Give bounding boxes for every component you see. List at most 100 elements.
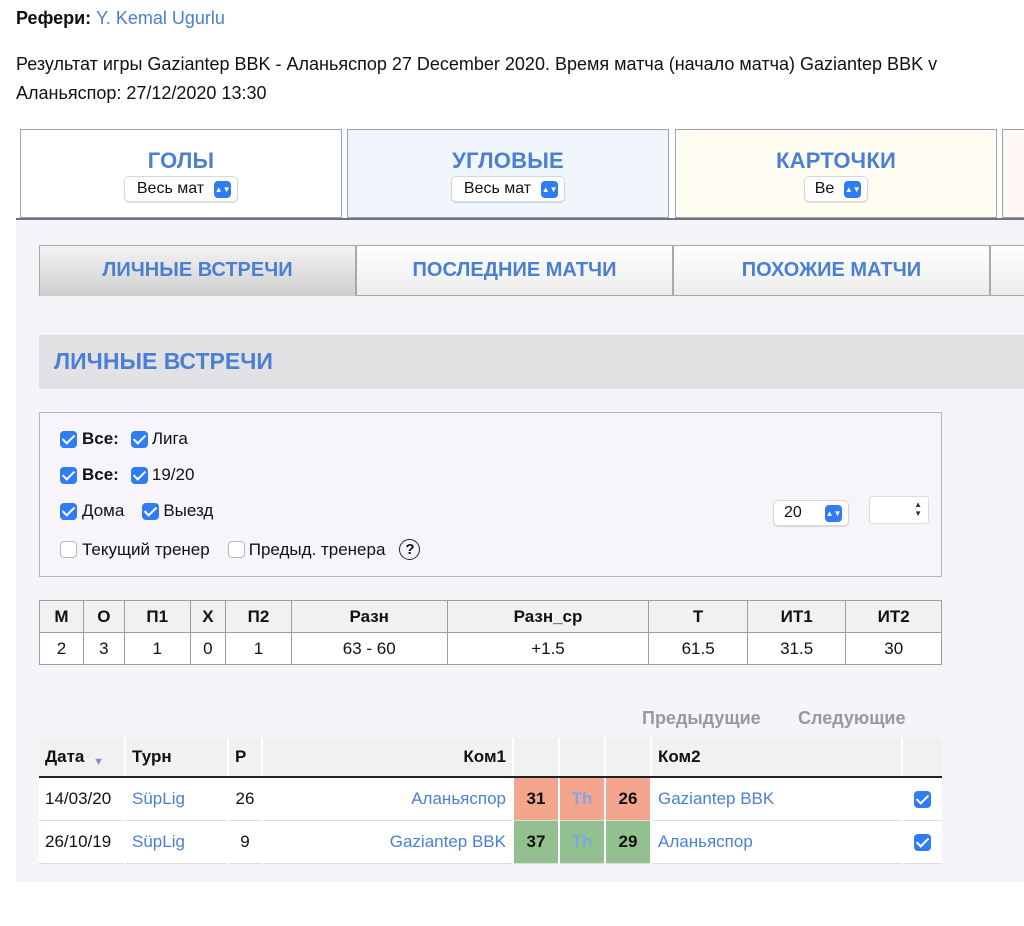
summary-header: Разн [290,600,448,633]
all-season-checkbox[interactable] [60,466,77,484]
summary-value: 31.5 [746,632,847,665]
current-coach-label: Текущий тренер [82,539,210,559]
referee-line: Рефери: Y. Kemal Ugurlu [16,8,225,29]
summary-value: 63 - 60 [290,632,448,665]
summary-header-row: М О П1 Х П2 Разн Разн_ср Т ИТ1 ИТ2 [39,600,942,633]
summary-table: М О П1 Х П2 Разн Разн_ср Т ИТ1 ИТ2 2 3 1… [39,600,942,665]
filter-row-season: Все: 19/20 [60,465,194,485]
section-title: ЛИЧНЫЕ ВСТРЕЧИ [54,348,273,374]
league-label: Лига [151,429,188,448]
match-date: 26/10/19 [39,820,125,864]
filter-row-league: Все: Лига [60,429,188,449]
matches-table: Дата ▼ Турн Р Ком1 Ком2 14/03/20 SüpLig … [39,738,942,864]
prev-page-button[interactable]: Предыдущие [642,708,761,729]
date-column-header[interactable]: Дата ▼ [39,738,125,778]
summary-value: +1.5 [446,632,650,665]
matches-header-row: Дата ▼ Турн Р Ком1 Ком2 [39,738,942,778]
summary-header: Х [189,600,227,633]
stat-box-title: ГОЛЫ [147,148,215,173]
round-column-header: Р [227,738,262,778]
score1-column-header [512,738,559,778]
filter-row-coach: Текущий тренер Предыд. тренера ? [60,539,421,560]
help-icon[interactable]: ? [399,539,421,560]
current-coach-checkbox[interactable] [60,541,77,558]
match-date: 14/03/20 [39,777,125,821]
period-select-goals[interactable]: Весь мат ▲▼ [123,176,239,202]
score2-cell: 29 [604,820,651,864]
table-row: 14/03/20 SüpLig 26 Аланьяспор 31 Th 26 G… [39,777,942,821]
summary-header: П2 [225,600,292,633]
chevron-updown-icon: ▲▼ [214,180,232,198]
chevron-updown-icon: ▲▼ [541,180,559,198]
all-league-checkbox[interactable] [60,430,77,448]
team2-link[interactable]: Аланьяспор [650,820,902,864]
season-checkbox[interactable] [130,466,148,484]
stepper-arrows-icon[interactable]: ▲ ▼ [914,500,922,518]
mid-column-header [558,738,605,778]
match-count-select[interactable]: 20 ▲▼ [773,500,849,526]
summary-value: 1 [225,632,292,665]
summary-value: 61.5 [648,632,748,665]
score2-column-header [604,738,651,778]
summary-value: 1 [123,632,191,665]
stat-box-title: УГЛОВЫЕ [452,148,564,173]
league-checkbox[interactable] [130,430,148,448]
team2-column-header: Ком2 [650,738,902,778]
tab-similar-matches[interactable]: ПОХОЖИЕ МАТЧИ [673,245,990,296]
home-checkbox[interactable] [60,502,77,520]
score2-cell: 26 [604,777,651,821]
section-header: ЛИЧНЫЕ ВСТРЕЧИ [39,335,1024,389]
stat-box-corners: УГЛОВЫЕ Весь мат ▲▼ [347,129,669,218]
row-select-cell [901,777,942,821]
tab-last-matches[interactable]: ПОСЛЕДНИЕ МАТЧИ [356,245,673,296]
row-select-checkbox[interactable] [914,834,931,852]
team1-link[interactable]: Аланьяспор [261,777,513,821]
summary-value: 30 [845,632,942,665]
summary-header: П1 [123,600,191,633]
summary-header: ИТ2 [845,600,942,633]
referee-name-link[interactable]: Y. Kemal Ugurlu [96,8,225,28]
stat-box-partial [1002,129,1024,218]
summary-value: 0 [189,632,227,665]
tab-head-to-head[interactable]: ЛИЧНЫЕ ВСТРЕЧИ [39,245,356,296]
summary-header: ИТ1 [746,600,847,633]
team2-link[interactable]: Gaziantep BBK [650,777,902,821]
prev-coach-checkbox[interactable] [227,541,245,558]
team1-column-header: Ком1 [261,738,513,778]
home-label: Дома [82,501,125,520]
all-label: Все: [82,429,119,448]
next-page-button[interactable]: Следующие [798,708,906,729]
tab-overflow[interactable] [990,245,1024,296]
number-stepper-input[interactable]: ▲ ▼ [869,496,929,524]
season-label: 19/20 [151,465,195,484]
tournament-link[interactable]: SüpLig [124,820,228,864]
team1-link[interactable]: Gaziantep BBK [261,820,513,864]
referee-label: Рефери: [16,8,92,28]
away-label: Выезд [163,501,214,520]
summary-header: М [39,600,84,633]
chevron-updown-icon: ▲▼ [844,180,862,198]
chevron-updown-icon: ▲▼ [825,504,842,522]
match-details-link[interactable]: Th [558,820,605,864]
stat-box-cards: КАРТОЧКИ Ве ▲▼ [675,129,997,218]
score1-cell: 31 [512,777,559,821]
period-select-cards[interactable]: Ве ▲▼ [803,176,869,202]
table-row: 26/10/19 SüpLig 9 Gaziantep BBK 37 Th 29… [39,820,942,864]
away-checkbox[interactable] [142,502,160,520]
row-select-cell [901,820,942,864]
score1-cell: 37 [512,820,559,864]
stat-box-goals: ГОЛЫ Весь мат ▲▼ [20,129,342,218]
sort-desc-icon[interactable]: ▼ [93,756,104,768]
select-column-header [901,738,942,778]
stat-box-title: КАРТОЧКИ [775,148,896,173]
summary-value: 3 [82,632,125,665]
summary-header: Разн_ср [446,600,650,633]
summary-header: Т [648,600,748,633]
tournament-link[interactable]: SüpLig [124,777,228,821]
summary-value: 2 [39,632,84,665]
period-select-corners[interactable]: Весь мат ▲▼ [450,176,566,202]
match-details-link[interactable]: Th [558,777,605,821]
all-label: Все: [82,465,119,484]
match-round: 9 [227,820,262,864]
row-select-checkbox[interactable] [914,791,931,809]
